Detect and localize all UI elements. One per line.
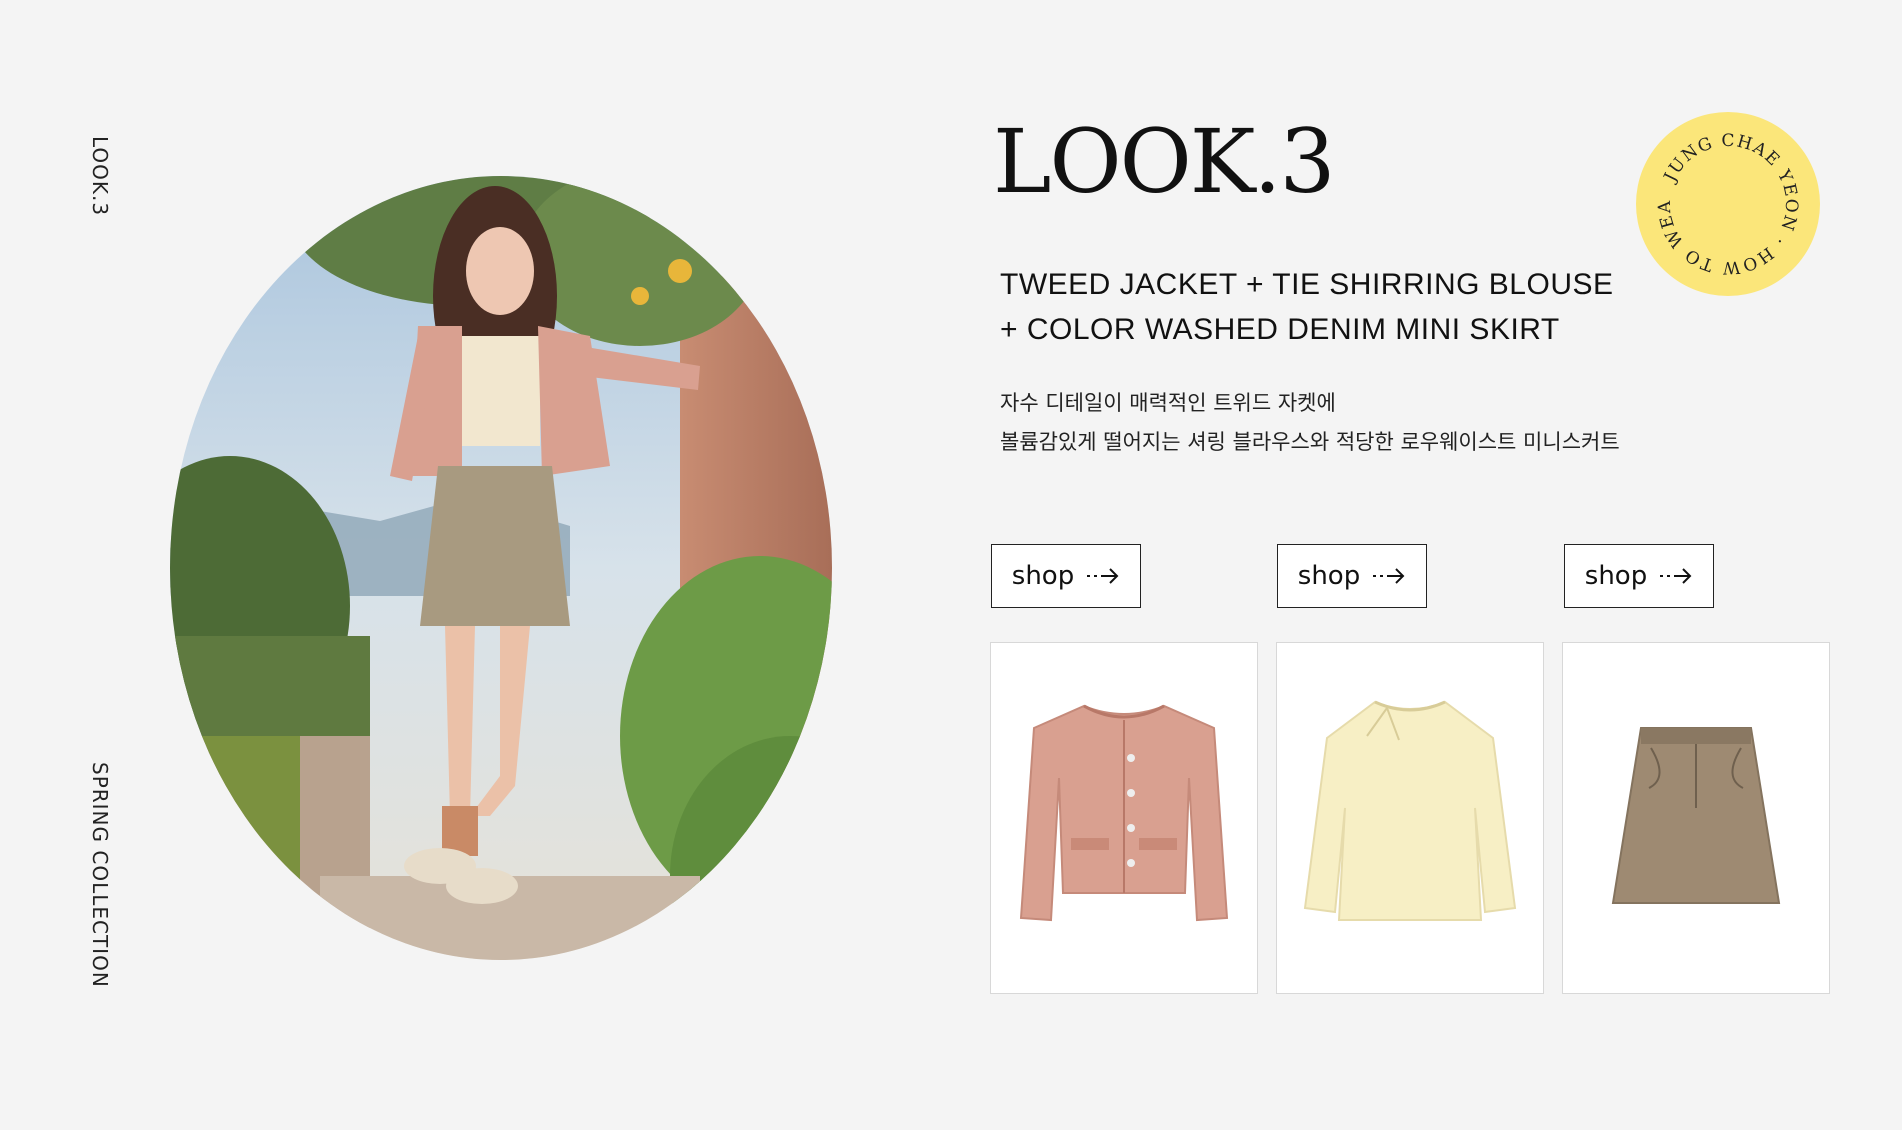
how-to-wear-badge: JUNG CHAE YEON · HOW TO WEAR ·	[1629, 97, 1820, 296]
side-label-look: LOOK.3	[88, 136, 112, 217]
shop-label: shop	[1297, 561, 1361, 591]
look-title: LOOK.3	[993, 110, 1335, 213]
shirring-blouse-icon	[1303, 700, 1517, 921]
outfit-description: 자수 디테일이 매력적인 트위드 자켓에 볼륨감있게 떨어지는 셔링 블라우스와…	[1000, 384, 1620, 462]
arrow-right-icon	[1660, 568, 1692, 584]
description-line-1: 자수 디테일이 매력적인 트위드 자켓에	[1000, 391, 1336, 415]
shop-skirt-button[interactable]: shop	[1564, 544, 1714, 608]
product-card-jacket[interactable]	[990, 642, 1258, 994]
shop-jacket-button[interactable]: shop	[991, 544, 1141, 608]
side-label-collection: SPRING COLLECTION	[88, 762, 112, 988]
arrow-right-icon	[1373, 568, 1405, 584]
shop-label: shop	[1011, 561, 1075, 591]
model-photo	[170, 176, 832, 960]
headline-line-2: + COLOR WASHED DENIM MINI SKIRT	[1000, 313, 1560, 346]
shop-label: shop	[1584, 561, 1648, 591]
description-line-2: 볼륨감있게 떨어지는 셔링 블라우스와 적당한 로우웨이스트 미니스커트	[1000, 430, 1620, 454]
product-card-blouse[interactable]	[1276, 642, 1544, 994]
headline-line-1: TWEED JACKET + TIE SHIRRING BLOUSE	[1000, 268, 1614, 301]
outfit-headline: TWEED JACKET + TIE SHIRRING BLOUSE + COL…	[1000, 262, 1614, 352]
shop-blouse-button[interactable]: shop	[1277, 544, 1427, 608]
product-card-skirt[interactable]	[1562, 642, 1830, 994]
arrow-right-icon	[1087, 568, 1119, 584]
denim-mini-skirt-icon	[1611, 727, 1781, 904]
tweed-jacket-icon	[1019, 704, 1229, 922]
